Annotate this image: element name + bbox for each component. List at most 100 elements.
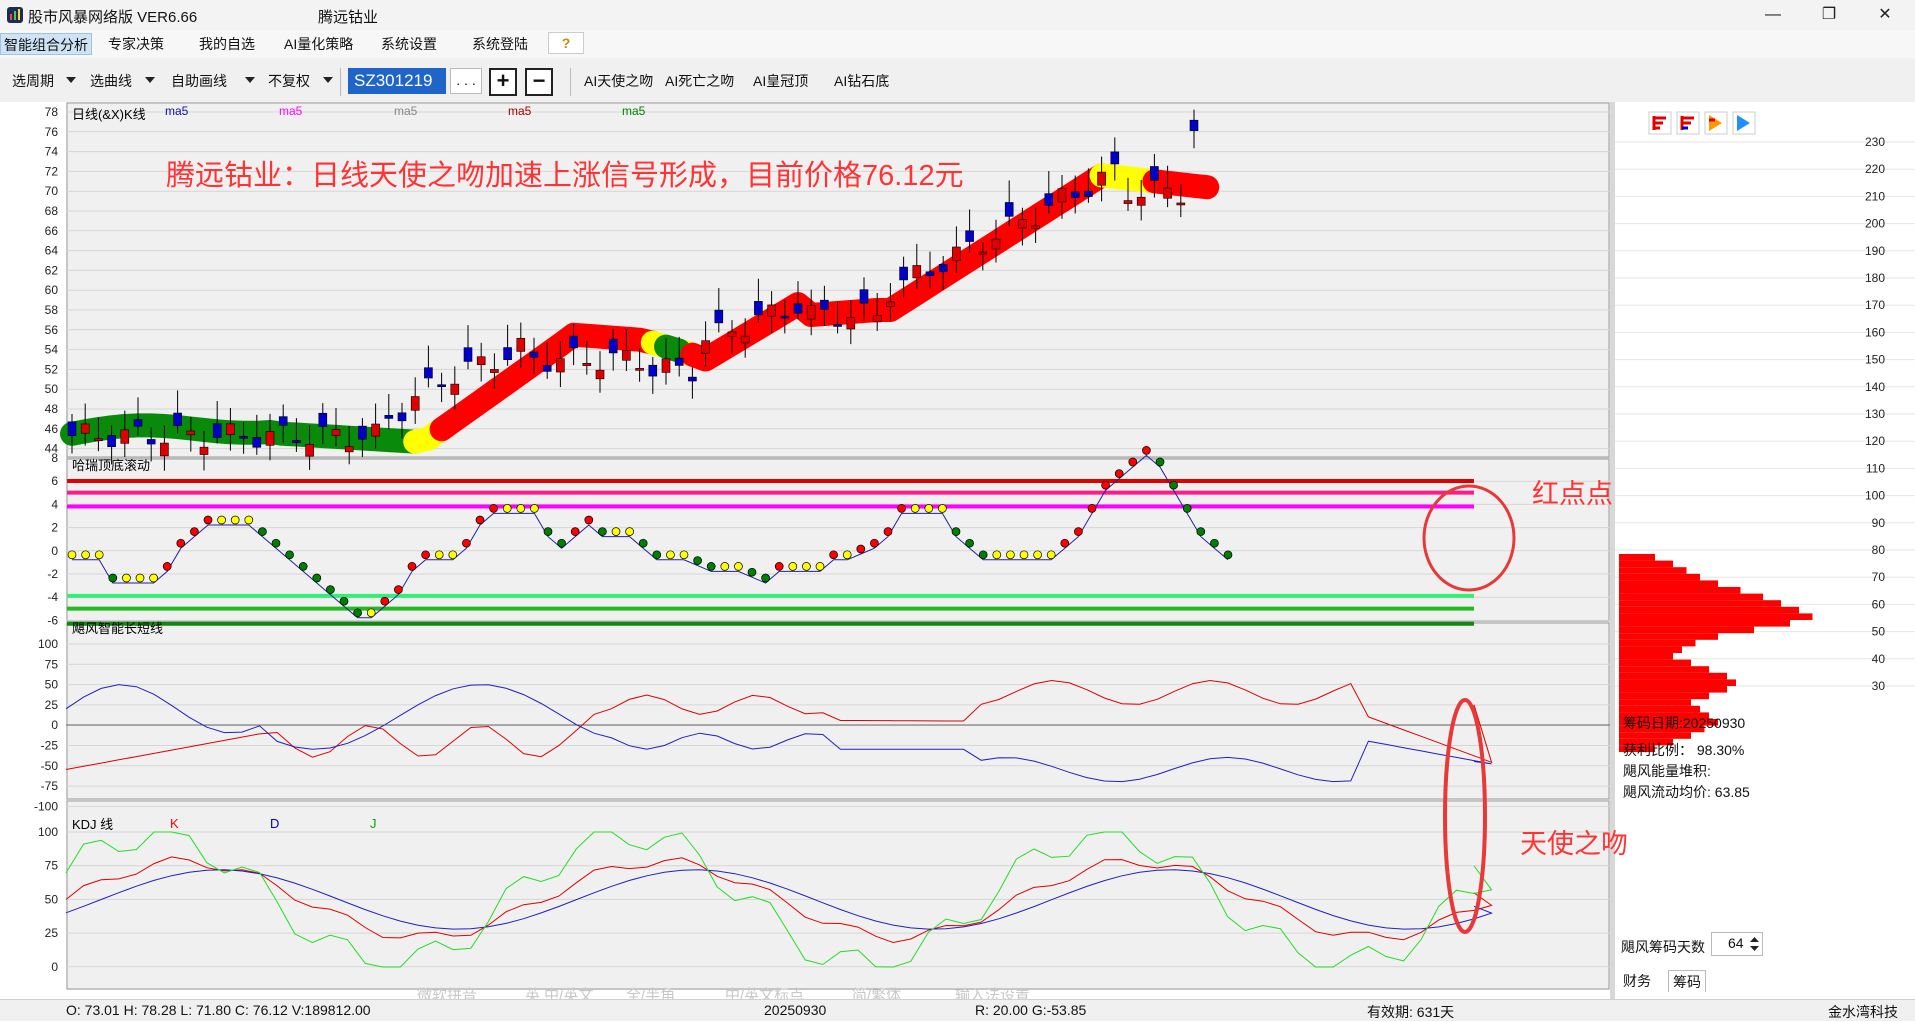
toolbar: 选周期 选曲线 自助画线 不复权 SZ301219 . . . + − AI天使… <box>0 58 1915 102</box>
candle-body <box>820 299 829 310</box>
hr-dot <box>761 573 770 583</box>
hr-dot <box>462 538 471 548</box>
ls-y-tick: -75 <box>41 779 59 793</box>
candle-body <box>767 304 776 317</box>
menu-ai-quant[interactable]: AI量化策略 <box>281 33 356 55</box>
candle-body <box>265 431 275 446</box>
kline-y-tick: 70 <box>45 184 59 198</box>
hr-dot <box>1128 457 1138 467</box>
hr-dot <box>1019 550 1029 560</box>
candle-body <box>991 238 1001 250</box>
draw-dropdown[interactable]: 自助画线 <box>171 71 227 91</box>
candle-body <box>397 412 407 422</box>
y-axis-ticks: 7876747270686664626058565452504846448642… <box>34 105 58 974</box>
close-button[interactable]: ✕ <box>1862 0 1908 30</box>
hr-dot <box>883 527 893 536</box>
stock-code-input[interactable]: SZ301219 <box>348 68 446 94</box>
menu-expert-decision[interactable]: 专家决策 <box>105 33 167 55</box>
chevron-down-icon[interactable] <box>323 77 333 83</box>
candle-body <box>556 358 565 373</box>
menu-smart-portfolio[interactable]: 智能组合分析 <box>0 33 92 55</box>
candle-body <box>1084 190 1093 197</box>
candle-body <box>305 444 314 457</box>
minimize-button[interactable]: — <box>1750 0 1796 30</box>
ai-angel-kiss-button[interactable]: AI天使之吻 <box>584 71 653 91</box>
kline-y-tick: 58 <box>45 303 59 317</box>
chip-mixed-icon[interactable] <box>1676 111 1700 135</box>
chip-bar <box>1619 686 1727 693</box>
curve-dropdown[interactable]: 选曲线 <box>90 71 132 91</box>
hr-dot <box>625 527 634 536</box>
chevron-down-icon[interactable] <box>145 77 155 83</box>
candle-body <box>608 338 618 354</box>
chip-bar <box>1619 659 1691 667</box>
chip-price-tick: 100 <box>1865 489 1885 503</box>
ai-death-kiss-button[interactable]: AI死亡之吻 <box>665 71 734 91</box>
hr-dot <box>1060 538 1070 548</box>
candle-body <box>384 415 394 419</box>
ma-label-2: ma5 <box>279 104 303 118</box>
chip-days-stepper[interactable]: 64 <box>1711 932 1763 956</box>
candle-body <box>1176 202 1186 206</box>
hr-y-tick: 6 <box>51 474 58 488</box>
candle-body <box>278 416 288 426</box>
chip-price-tick: 170 <box>1865 298 1885 312</box>
chip-price-tick: 120 <box>1865 434 1885 448</box>
chevron-down-icon[interactable] <box>66 77 76 83</box>
adjust-dropdown[interactable]: 不复权 <box>268 71 310 91</box>
ai-diamond-bottom-button[interactable]: AI钻石底 <box>834 71 889 91</box>
menu-system-settings[interactable]: 系统设置 <box>378 33 440 55</box>
hr-dot <box>1074 527 1083 536</box>
hr-dot <box>1101 480 1110 490</box>
hr-dot <box>271 538 281 548</box>
ls-y-tick: 50 <box>45 678 59 692</box>
hr-dot <box>285 550 294 560</box>
hr-dot <box>679 550 689 560</box>
hr-dot <box>638 538 648 548</box>
chip-bar <box>1619 600 1781 607</box>
chip-bar <box>1619 633 1718 640</box>
tab-chips[interactable]: 筹码 <box>1668 970 1706 992</box>
chip-blue-icon[interactable] <box>1732 111 1756 135</box>
chevron-down-icon[interactable] <box>245 77 255 83</box>
period-dropdown[interactable]: 选周期 <box>12 71 54 91</box>
zoom-in-button[interactable]: + <box>489 68 517 96</box>
hr-dot <box>67 550 77 560</box>
chip-red-icon[interactable] <box>1648 111 1672 135</box>
app-title: 股市风暴网络版 VER6.66 <box>28 9 198 26</box>
hr-y-tick: 4 <box>51 497 58 511</box>
kline-y-tick: 50 <box>45 382 59 396</box>
candle-body <box>133 419 143 427</box>
hr-dot <box>217 515 226 525</box>
chip-bar <box>1619 653 1673 660</box>
help-button[interactable]: ? <box>548 32 584 54</box>
chart-background <box>66 102 1610 990</box>
validity-readout: 有效期: 631天 <box>1367 1004 1455 1020</box>
menu-system-login[interactable]: 系统登陆 <box>469 33 531 55</box>
chart-area[interactable]: 7876747270686664626058565452504846448642… <box>0 102 1915 999</box>
candle-body <box>120 429 130 444</box>
date-readout: 20250930 <box>764 1002 827 1018</box>
ai-crown-top-button[interactable]: AI皇冠顶 <box>753 71 808 91</box>
kline-y-tick: 66 <box>45 224 59 238</box>
hr-dot <box>380 596 390 606</box>
hr-dot <box>516 504 526 513</box>
tab-finance[interactable]: 财务 <box>1619 970 1655 992</box>
candle-body <box>1189 119 1199 131</box>
hr-dot <box>1006 550 1015 560</box>
stepper-arrows-icon[interactable] <box>1750 936 1759 952</box>
hr-dot <box>258 527 267 536</box>
chip-bar <box>1619 593 1763 601</box>
zoom-out-button[interactable]: − <box>525 68 553 96</box>
menu-my-watchlist[interactable]: 我的自选 <box>196 33 258 55</box>
hr-dot <box>1182 504 1192 513</box>
hr-dot <box>339 596 349 606</box>
more-button[interactable]: . . . <box>450 68 482 94</box>
title-bar: 股市风暴网络版 VER6.66 腾远钴业 — ❐ ✕ <box>0 0 1915 30</box>
chip-orange-icon[interactable] <box>1704 111 1728 135</box>
ohlc-readout: O: 73.01 H: 78.28 L: 71.80 C: 76.12 V:18… <box>66 1002 371 1018</box>
ls-y-tick: 0 <box>51 718 58 732</box>
hr-dot <box>557 538 566 548</box>
maximize-button[interactable]: ❐ <box>1806 0 1852 30</box>
hr-dot <box>489 504 498 513</box>
